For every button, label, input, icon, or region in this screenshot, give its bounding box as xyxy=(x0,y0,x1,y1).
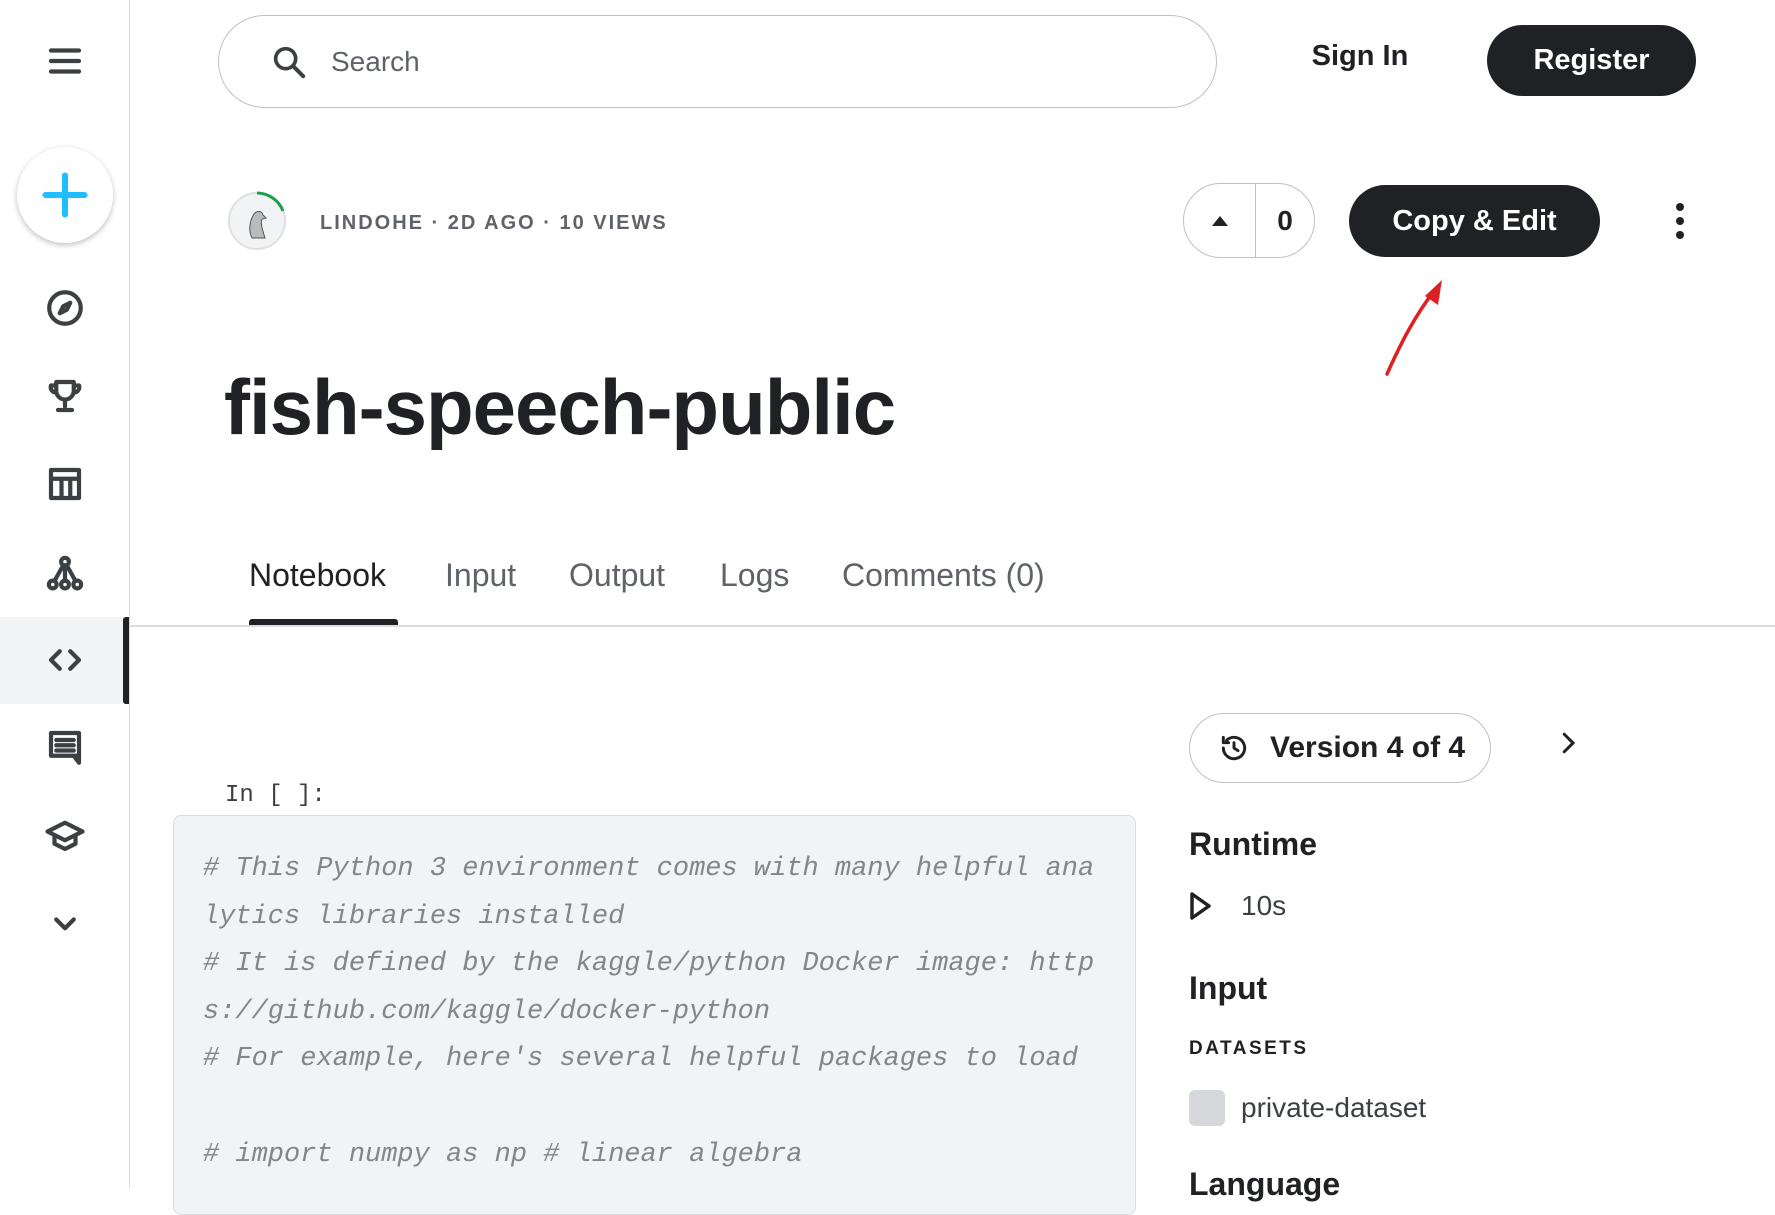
more-options-icon[interactable] xyxy=(1664,198,1696,244)
discussions-icon[interactable] xyxy=(40,722,90,772)
code-line: lytics libraries installed xyxy=(203,901,625,932)
code-line: # For example, here's several helpful pa… xyxy=(203,1044,1078,1075)
datasets-table-icon[interactable] xyxy=(40,459,90,509)
search-icon xyxy=(273,46,306,78)
notebook-meta: LINDOHE · 2D AGO · 10 VIEWS xyxy=(320,212,668,234)
code-line: # import numpy as np # linear algebra xyxy=(203,1139,803,1170)
language-heading: Language xyxy=(1189,1166,1341,1202)
create-button[interactable] xyxy=(17,147,113,243)
runtime-heading: Runtime xyxy=(1189,826,1317,862)
cell-prompt: In [ ]: xyxy=(225,782,326,809)
copy-edit-button[interactable]: Copy & Edit xyxy=(1349,185,1600,257)
caret-up-icon xyxy=(1211,215,1228,226)
search-placeholder: Search xyxy=(331,45,420,77)
dataset-item[interactable]: private-dataset xyxy=(1189,1090,1426,1126)
author-avatar[interactable] xyxy=(226,190,288,252)
upvote-widget: 0 xyxy=(1183,183,1315,258)
dataset-thumbnail-icon xyxy=(1189,1090,1225,1126)
competitions-trophy-icon[interactable] xyxy=(40,371,90,421)
history-icon xyxy=(1221,735,1247,761)
menu-icon[interactable] xyxy=(40,36,90,86)
explore-compass-icon[interactable] xyxy=(40,283,90,333)
chevron-down-icon[interactable] xyxy=(40,898,90,948)
plus-icon xyxy=(42,172,88,218)
vote-count: 0 xyxy=(1277,204,1293,236)
dataset-name: private-dataset xyxy=(1241,1092,1427,1123)
play-icon xyxy=(1190,892,1211,920)
sidebar xyxy=(0,0,130,1188)
datasets-label: DATASETS xyxy=(1189,1038,1309,1059)
tab-input[interactable]: Input xyxy=(445,557,516,594)
version-label: Version 4 of 4 xyxy=(1270,731,1466,764)
page-title: fish-speech-public xyxy=(224,363,896,451)
tab-output[interactable]: Output xyxy=(569,557,665,594)
sign-in-link[interactable]: Sign In xyxy=(1300,40,1420,73)
tabs-divider xyxy=(130,625,1775,627)
version-button[interactable]: Version 4 of 4 xyxy=(1189,713,1491,783)
runtime-value: 10s xyxy=(1241,890,1287,921)
upvote-button[interactable] xyxy=(1184,184,1256,257)
code-line: s://github.com/kaggle/docker-python xyxy=(203,996,771,1027)
search-input[interactable]: Search xyxy=(218,15,1217,108)
annotation-arrow xyxy=(1385,280,1442,376)
tab-logs[interactable]: Logs xyxy=(720,557,789,594)
register-button[interactable]: Register xyxy=(1487,25,1696,96)
code-line: # This Python 3 environment comes with m… xyxy=(203,854,1095,884)
code-line: # It is defined by the kaggle/python Doc… xyxy=(203,949,1095,980)
tab-notebook[interactable]: Notebook xyxy=(249,557,386,594)
tab-comments[interactable]: Comments (0) xyxy=(842,557,1045,594)
runtime-row: 10s xyxy=(1189,890,1286,922)
models-icon[interactable] xyxy=(40,549,90,599)
chevron-right-icon[interactable] xyxy=(1553,728,1583,758)
code-icon[interactable] xyxy=(40,635,90,685)
input-heading: Input xyxy=(1189,970,1268,1006)
active-indicator xyxy=(123,617,129,704)
code-cell[interactable]: # This Python 3 environment comes with m… xyxy=(173,815,1136,1215)
learn-graduation-cap-icon[interactable] xyxy=(40,810,90,860)
